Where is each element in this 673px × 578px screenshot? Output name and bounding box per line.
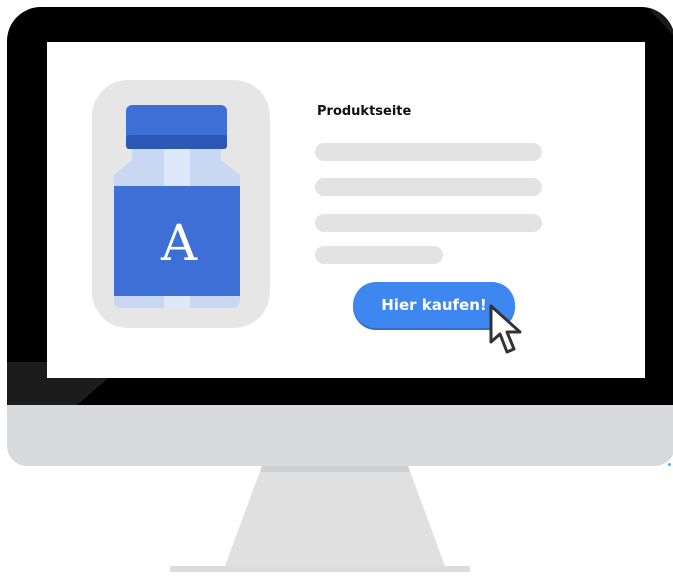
- monitor-illustration: A Produktseite Hier kaufen!: [0, 0, 673, 578]
- decorative-dot: [668, 463, 671, 466]
- monitor-stand: [225, 466, 445, 566]
- monitor-base: [170, 566, 470, 572]
